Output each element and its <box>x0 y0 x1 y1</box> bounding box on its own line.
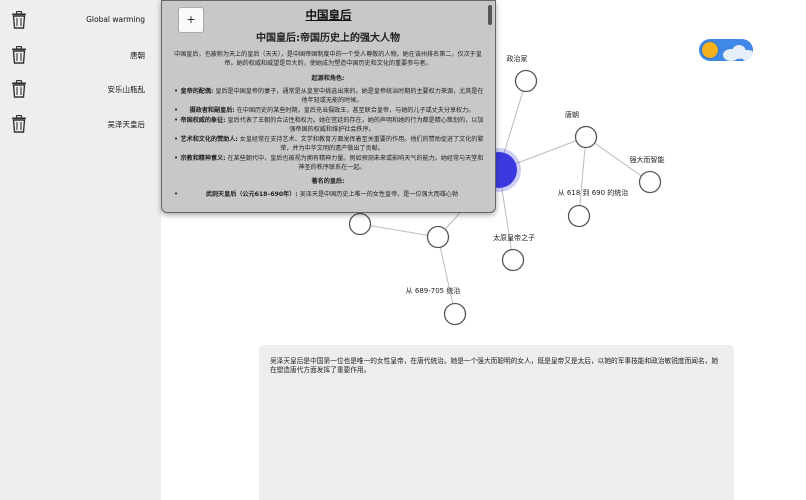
trash-icon[interactable] <box>11 115 27 133</box>
list-item-text: 皇后是中国皇帝的妻子，通常是从皇室中挑选出来的。她是皇帝统治时期的主要权力来源，… <box>215 88 484 104</box>
node-label: 唐朝 <box>565 111 579 119</box>
list-item-text: 在某些朝代中，皇后也被视为拥有精神力量。例如预测未来或影响天气的能力。她经常与天… <box>227 155 484 171</box>
list-item: 艺术和文化的赞助人: 女皇经常在支持艺术、文学和教育方面发挥着至关重要的作用。他… <box>174 135 484 153</box>
popup-subheading: 著名的皇后: <box>311 178 345 185</box>
node-label: 太原皇帝之子 <box>493 234 535 242</box>
graph-node-politician[interactable] <box>514 69 538 93</box>
list-item: 摄政者和副皇后: 在中国历史的某些时期，皇后充当摄政王，甚至联合皇帝，与她的儿子… <box>174 106 484 115</box>
role-list: 皇帝的配偶: 皇后是中国皇帝的妻子，通常是从皇室中挑选出来的。她是皇帝统治时期的… <box>166 87 490 172</box>
list-item: 皇帝的配偶: 皇后是中国皇帝的妻子，通常是从皇室中挑选出来的。她是皇帝统治时期的… <box>174 87 484 105</box>
list-item-term: 宗教和精神意义: <box>180 155 226 162</box>
sidebar-item-global-warming[interactable]: Global warming <box>0 3 161 37</box>
list-item-term: 皇帝的配偶: <box>180 88 214 95</box>
edge <box>578 136 587 217</box>
popup-scrollbar[interactable] <box>488 5 492 25</box>
sidebar: Global warming 唐朝 安乐山瓶乱 吴泽天皇后 <box>0 0 161 500</box>
graph-node-empress[interactable] <box>426 225 450 249</box>
popup-intro: 中国皇后，也被称为天上的皇后（天天），是中国帝国制度中的一个受人尊敬的人物。她在… <box>174 51 482 67</box>
trash-icon[interactable] <box>11 11 27 29</box>
famous-list: 武则天皇后（公元618–690年）: 吴泽天是中国历史上唯一的女性皇帝，是一位强… <box>166 190 490 199</box>
trash-icon[interactable] <box>11 80 27 98</box>
sidebar-item-tang[interactable]: 唐朝 <box>0 38 161 72</box>
sidebar-item-anle[interactable]: 安乐山瓶乱 <box>0 72 161 106</box>
edge <box>359 223 439 238</box>
list-item-term: 武则天皇后（公元618–690年）: <box>205 191 298 198</box>
list-item-text: 在中国历史的某些时期，皇后充当摄政王，甚至联合皇帝，与她的儿子或丈夫分享权力。 <box>236 107 475 114</box>
edge <box>437 236 456 315</box>
popup-content: 中国皇后:帝国历史上的强大人物 中国皇后，也被称为天上的皇后（天天），是中国帝国… <box>166 29 490 200</box>
sidebar-item-label: 安乐山瓶乱 <box>107 85 146 94</box>
graph-node-left[interactable] <box>348 212 372 236</box>
theme-toggle[interactable] <box>699 39 753 61</box>
node-label: 从 689-705 统治 <box>405 287 461 295</box>
list-item-text: 女皇经常在支持艺术、文学和教育方面发挥着至关重要的作用。他们的赞助促进了文化的繁… <box>239 136 484 152</box>
sidebar-item-label: 吴泽天皇后 <box>107 120 146 129</box>
list-item: 帝国权威的象征: 皇后代表了王朝的合法性和权力。她在宫廷的存在，她的声明和她的行… <box>174 116 484 134</box>
list-item-term: 摄政者和副皇后: <box>189 107 235 114</box>
sun-icon <box>702 42 718 58</box>
graph-node-taiyuan[interactable] <box>501 248 525 272</box>
list-item: 宗教和精神意义: 在某些朝代中，皇后也被视为拥有精神力量。例如预测未来或影响天气… <box>174 154 484 172</box>
graph-node-strong[interactable] <box>638 170 662 194</box>
info-popup: + 中国皇后 中国皇后:帝国历史上的强大人物 中国皇后，也被称为天上的皇后（天天… <box>161 0 496 213</box>
graph-node-tang[interactable] <box>574 125 598 149</box>
popup-heading: 中国皇后:帝国历史上的强大人物 <box>256 33 400 44</box>
cloud-icon <box>741 50 753 61</box>
list-item-term: 艺术和文化的赞助人: <box>180 136 238 143</box>
sidebar-item-label: 唐朝 <box>130 51 145 60</box>
list-item-term: 帝国权威的象征: <box>180 117 226 124</box>
node-label: 强大而智能 <box>629 156 665 164</box>
summary-text: 吴泽天皇后是中国第一位也是唯一的女性皇帝，在唐代统治。她是一个强大而聪明的女人，… <box>270 357 719 375</box>
graph-node-rule2[interactable] <box>443 302 467 326</box>
list-item-text: 吴泽天是中国历史上唯一的女性皇帝，是一位强大而雄心勃 <box>299 191 459 198</box>
sidebar-item-label: Global warming <box>86 15 145 24</box>
sidebar-item-wuzetian[interactable]: 吴泽天皇后 <box>0 107 161 141</box>
graph-node-rule1[interactable] <box>567 204 591 228</box>
node-label: 从 618 到 690 的统治 <box>557 189 629 197</box>
trash-icon[interactable] <box>11 46 27 64</box>
node-label: 政治家 <box>506 55 528 63</box>
popup-subheading: 起源和角色: <box>311 75 345 82</box>
summary-panel: 吴泽天皇后是中国第一位也是唯一的女性皇帝，在唐代统治。她是一个强大而聪明的女人，… <box>259 345 734 500</box>
list-item: 武则天皇后（公元618–690年）: 吴泽天是中国历史上唯一的女性皇帝，是一位强… <box>174 190 484 199</box>
list-item-text: 皇后代表了王朝的合法性和权力。她在宫廷的存在，她的声明和她的行为都是精心策划的，… <box>227 117 484 133</box>
popup-title: 中国皇后 <box>305 8 352 22</box>
